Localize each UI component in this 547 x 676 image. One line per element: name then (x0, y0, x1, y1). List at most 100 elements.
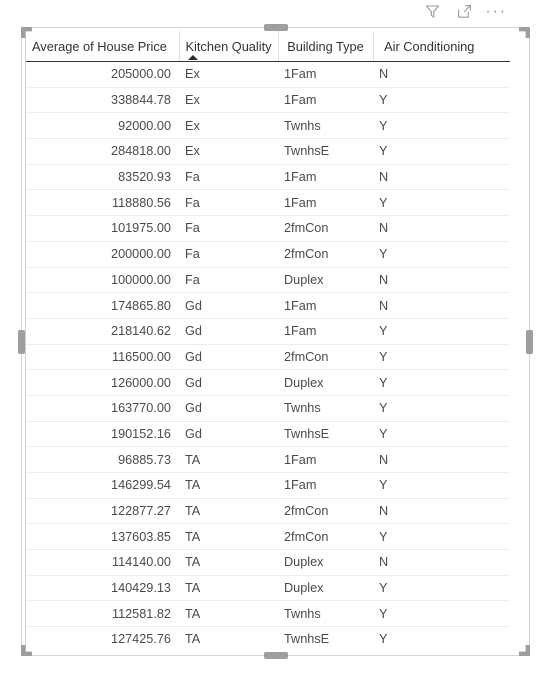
table-row[interactable]: 101975.00 Fa 2fmCon N (26, 215, 510, 242)
cell-building_type: Duplex (278, 267, 373, 294)
cell-kitchen_quality: Ex (179, 61, 278, 88)
cell-air_conditioning: Y (373, 344, 485, 371)
column-header-kitchen-quality[interactable]: Kitchen Quality (179, 31, 279, 62)
more-options-glyph: ··· (485, 1, 507, 20)
resize-handle-bottom-center[interactable] (263, 652, 288, 659)
table-row[interactable]: 140429.13 TA Duplex Y (26, 575, 510, 602)
cell-air_conditioning: Y (373, 87, 485, 114)
column-header-filler (485, 31, 510, 62)
cell-avg_price: 116500.00 (26, 344, 179, 371)
filter-funnel-icon[interactable] (423, 2, 441, 20)
table-row[interactable]: 112581.82 TA Twnhs Y (26, 600, 510, 628)
cell-building_type: Twnhs (278, 112, 373, 140)
cell-air_conditioning: Y (373, 395, 485, 422)
data-table: Average of House Price Kitchen Quality B… (26, 31, 510, 652)
table-row[interactable]: 122877.27 TA 2fmCon N (26, 498, 510, 525)
table-row[interactable]: 92000.00 Ex Twnhs Y (26, 112, 510, 140)
cell-building_type: Twnhs (278, 395, 373, 422)
cell-avg_price: 190152.16 (26, 421, 179, 448)
cell-kitchen_quality: TA (179, 549, 278, 576)
table-row[interactable]: 126000.00 Gd Duplex Y (26, 369, 510, 396)
cell-avg_price: 174865.80 (26, 292, 179, 319)
cell-avg_price: 218140.62 (26, 318, 179, 345)
more-options-icon[interactable]: ··· (485, 1, 507, 20)
cell-building_type: TwnhsE (278, 626, 373, 652)
cell-filler (485, 292, 510, 319)
cell-avg_price: 127425.76 (26, 626, 179, 652)
cell-filler (485, 498, 510, 525)
cell-building_type: 1Fam (278, 292, 373, 319)
cell-kitchen_quality: Gd (179, 344, 278, 371)
table-row[interactable]: 116500.00 Gd 2fmCon Y (26, 344, 510, 371)
cell-filler (485, 344, 510, 371)
table-row[interactable]: 163770.00 Gd Twnhs Y (26, 395, 510, 422)
cell-filler (485, 318, 510, 345)
table-row[interactable]: 114140.00 TA Duplex N (26, 549, 510, 576)
table-row[interactable]: 100000.00 Fa Duplex N (26, 267, 510, 294)
cell-building_type: 2fmCon (278, 498, 373, 525)
cell-air_conditioning: N (373, 267, 485, 294)
table-row[interactable]: 96885.73 TA 1Fam N (26, 446, 510, 473)
cell-avg_price: 83520.93 (26, 164, 179, 191)
visual-action-icons: ··· (423, 2, 505, 20)
cell-building_type: 2fmCon (278, 215, 373, 242)
table-visual: ··· Average of House Price Kitchen Quali… (0, 0, 547, 676)
cell-air_conditioning: Y (373, 369, 485, 396)
table-row[interactable]: 174865.80 Gd 1Fam N (26, 292, 510, 319)
table-row[interactable]: 205000.00 Ex 1Fam N (26, 61, 510, 88)
table-row[interactable]: 284818.00 Ex TwnhsE Y (26, 138, 510, 165)
cell-filler (485, 138, 510, 165)
column-header-air-conditioning[interactable]: Air Conditioning (373, 31, 485, 62)
table-row[interactable]: 137603.85 TA 2fmCon Y (26, 523, 510, 551)
cell-filler (485, 87, 510, 114)
cell-building_type: Twnhs (278, 600, 373, 628)
cell-filler (485, 267, 510, 294)
cell-building_type: 2fmCon (278, 241, 373, 268)
cell-avg_price: 118880.56 (26, 189, 179, 217)
cell-avg_price: 122877.27 (26, 498, 179, 525)
cell-kitchen_quality: Ex (179, 112, 278, 140)
cell-air_conditioning: Y (373, 600, 485, 628)
table-body: 205000.00 Ex 1Fam N 338844.78 Ex 1Fam Y 92000.00… (26, 61, 510, 652)
cell-filler (485, 189, 510, 217)
table-row[interactable]: 190152.16 Gd TwnhsE Y (26, 421, 510, 448)
cell-avg_price: 205000.00 (26, 61, 179, 88)
cell-building_type: 1Fam (278, 472, 373, 499)
cell-building_type: TwnhsE (278, 138, 373, 165)
cell-air_conditioning: Y (373, 626, 485, 652)
cell-filler (485, 600, 510, 628)
cell-filler (485, 626, 510, 652)
cell-air_conditioning: N (373, 61, 485, 88)
cell-kitchen_quality: TA (179, 600, 278, 628)
cell-kitchen_quality: Fa (179, 241, 278, 268)
cell-avg_price: 114140.00 (26, 549, 179, 576)
table-row[interactable]: 338844.78 Ex 1Fam Y (26, 87, 510, 114)
cell-filler (485, 112, 510, 140)
cell-avg_price: 100000.00 (26, 267, 179, 294)
cell-kitchen_quality: Fa (179, 189, 278, 217)
focus-mode-icon[interactable] (455, 2, 473, 20)
column-header-average-of-house-price[interactable]: Average of House Price (26, 31, 180, 62)
resize-handle-middle-left[interactable] (18, 329, 25, 354)
table-row[interactable]: 83520.93 Fa 1Fam N (26, 164, 510, 191)
cell-air_conditioning: Y (373, 189, 485, 217)
cell-kitchen_quality: TA (179, 446, 278, 473)
table-container: Average of House Price Kitchen Quality B… (25, 31, 526, 652)
cell-air_conditioning: Y (373, 241, 485, 268)
table-row[interactable]: 118880.56 Fa 1Fam Y (26, 189, 510, 217)
cell-filler (485, 523, 510, 551)
cell-filler (485, 472, 510, 499)
table-row[interactable]: 218140.62 Gd 1Fam Y (26, 318, 510, 345)
cell-avg_price: 200000.00 (26, 241, 179, 268)
column-header-building-type[interactable]: Building Type (278, 31, 374, 62)
cell-building_type: Duplex (278, 575, 373, 602)
cell-avg_price: 163770.00 (26, 395, 179, 422)
cell-building_type: 1Fam (278, 189, 373, 217)
table-row[interactable]: 127425.76 TA TwnhsE Y (26, 626, 510, 652)
column-header-kitchen-quality-label: Kitchen Quality (185, 38, 272, 54)
resize-handle-middle-right[interactable] (526, 329, 533, 354)
table-row[interactable]: 146299.54 TA 1Fam Y (26, 472, 510, 499)
visual-header-toolbar: ··· (22, 0, 511, 28)
cell-kitchen_quality: Gd (179, 421, 278, 448)
table-row[interactable]: 200000.00 Fa 2fmCon Y (26, 241, 510, 268)
